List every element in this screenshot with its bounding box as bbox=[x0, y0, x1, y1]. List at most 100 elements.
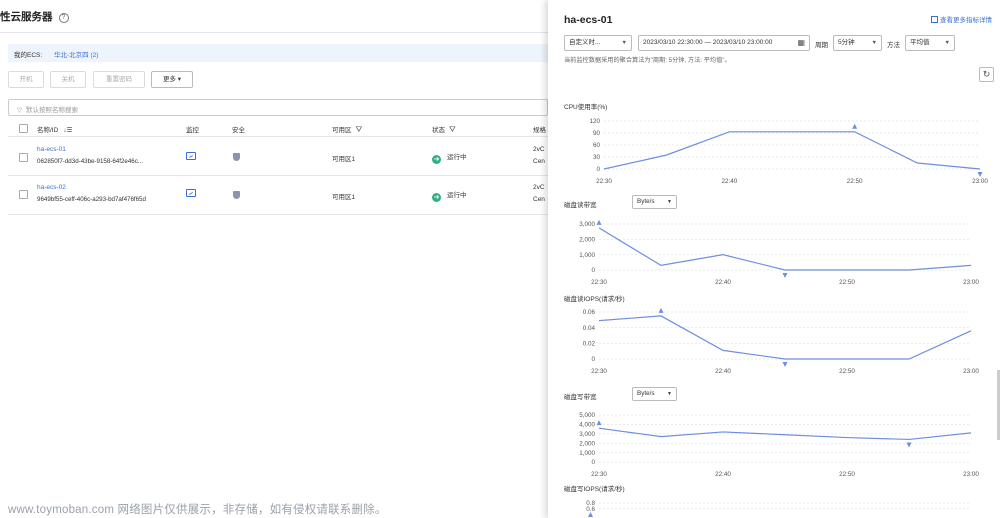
unit-select[interactable]: Byte/s ▼ bbox=[632, 195, 677, 209]
filter-icon: ▽ bbox=[17, 107, 22, 114]
col-name[interactable]: 名称/ID ↓☰ bbox=[37, 124, 72, 134]
spec-value-2: Cen bbox=[533, 196, 545, 203]
status-badge: ➜ 运行中 bbox=[432, 154, 467, 164]
watermark: www.toymoban.com 网络图片仅供展示，非存储，如有侵权请联系删除。 bbox=[8, 504, 387, 516]
shield-icon[interactable] bbox=[233, 191, 240, 201]
period-select[interactable]: 5分钟 ▼ bbox=[833, 35, 882, 51]
chart-title-cpu: CPU使用率(%) bbox=[564, 104, 608, 111]
chevron-down-icon: ▾ bbox=[177, 76, 182, 83]
y-tick-label: 1,000 bbox=[579, 450, 595, 457]
filter-icon[interactable]: ⛛ bbox=[449, 125, 456, 134]
y-tick-label: 0.06 bbox=[583, 309, 596, 316]
my-ecs-bar: 我的ECS: 华北-北京四 (2) bbox=[8, 44, 548, 62]
drawer-title: ha-ecs-01 bbox=[564, 14, 613, 26]
y-tick-label: 2,000 bbox=[579, 440, 595, 447]
max-marker bbox=[596, 420, 602, 426]
monitoring-drawer: ha-ecs-01 查看更多指标详情 自定义时... ▼ 2023/03/10 2… bbox=[548, 0, 1000, 518]
col-security: 安全 bbox=[232, 127, 245, 134]
spec-value: 2vC bbox=[533, 184, 545, 191]
x-tick-label: 23:00 bbox=[963, 279, 979, 286]
status-badge: ➜ 运行中 bbox=[432, 192, 467, 202]
max-marker bbox=[596, 219, 602, 225]
x-tick-label: 22:50 bbox=[839, 279, 855, 286]
y-tick-label: 5,000 bbox=[579, 412, 595, 419]
max-marker bbox=[852, 123, 858, 129]
start-button[interactable]: 开机 bbox=[8, 71, 44, 88]
method-select[interactable]: 平均值 ▼ bbox=[905, 35, 955, 51]
monitor-icon[interactable] bbox=[186, 189, 196, 199]
y-tick-label: 0.02 bbox=[583, 341, 596, 348]
my-ecs-label: 我的ECS: bbox=[14, 52, 43, 59]
x-tick-label: 22:30 bbox=[591, 471, 607, 478]
select-all-checkbox[interactable] bbox=[19, 124, 28, 133]
x-tick-label: 22:30 bbox=[596, 178, 612, 185]
max-marker bbox=[658, 307, 664, 313]
disk-read-iops-chart: 0 0.02 0.04 0.06 22:30 22:40 22:50 23:00 bbox=[583, 307, 979, 375]
running-icon: ➜ bbox=[432, 193, 441, 202]
more-button[interactable]: 更多 ▾ bbox=[151, 71, 193, 88]
reset-password-button[interactable]: 重置密码 bbox=[93, 71, 145, 88]
y-tick-label: 0 bbox=[596, 166, 600, 173]
divider bbox=[0, 32, 548, 33]
cpu-chart: 0 30 60 90 120 22:30 22:40 22:50 23:00 bbox=[589, 118, 988, 185]
y-tick-label: 3,000 bbox=[579, 221, 595, 228]
y-tick-label: 2,000 bbox=[579, 237, 595, 244]
chevron-down-icon: ▼ bbox=[871, 40, 877, 46]
x-tick-label: 22:50 bbox=[839, 368, 855, 375]
table-row[interactable]: ha-ecs-01 062850f7-dd3d-43be-9158-64f2e4… bbox=[8, 138, 548, 176]
refresh-icon: ↻ bbox=[982, 69, 991, 79]
y-tick-label: 30 bbox=[593, 154, 601, 161]
az-value: 可用区1 bbox=[332, 194, 356, 201]
x-tick-label: 22:40 bbox=[715, 471, 731, 478]
col-az[interactable]: 可用区 ⛛ bbox=[332, 124, 362, 135]
monitor-icon[interactable] bbox=[186, 152, 196, 162]
page-title: 性云服务器? bbox=[0, 9, 69, 24]
x-tick-label: 23:00 bbox=[963, 471, 979, 478]
min-marker bbox=[782, 273, 788, 278]
chart-title-disk-read-bw: 磁盘读带宽 bbox=[564, 202, 597, 209]
y-tick-label: 120 bbox=[589, 118, 600, 125]
instance-id: 062850f7-dd3d-43be-9158-64f2e46c... bbox=[37, 158, 143, 165]
shield-icon[interactable] bbox=[233, 153, 240, 163]
instance-name-link[interactable]: ha-ecs-02 bbox=[37, 184, 66, 191]
table-row[interactable]: ha-ecs-02 9649bf55-ceff-406c-a293-bd7af4… bbox=[8, 177, 548, 215]
time-range-picker[interactable]: 2023/03/10 22:30:00 — 2023/03/10 23:00:0… bbox=[638, 35, 810, 51]
sort-icon[interactable]: ↓☰ bbox=[63, 127, 72, 134]
disk-write-iops-chart: 0.60.8 bbox=[586, 500, 971, 517]
more-metrics-link[interactable]: 查看更多指标详情 bbox=[931, 14, 992, 24]
refresh-button[interactable]: ↻ bbox=[979, 67, 994, 82]
running-icon: ➜ bbox=[432, 155, 441, 164]
x-tick-label: 22:30 bbox=[591, 368, 607, 375]
period-label: 周期 bbox=[815, 42, 828, 49]
stop-button[interactable]: 关机 bbox=[50, 71, 86, 88]
x-tick-label: 23:00 bbox=[972, 178, 988, 185]
y-tick-label: 0 bbox=[591, 356, 595, 363]
spec-value-2: Cen bbox=[533, 158, 545, 165]
method-label: 方法 bbox=[887, 42, 900, 49]
col-monitor: 监控 bbox=[186, 127, 199, 134]
disk-write-bw-chart: 0 1,000 2,000 3,000 4,000 5,000 22:30 22:40 22:5… bbox=[579, 412, 979, 478]
filter-icon[interactable]: ⛛ bbox=[356, 125, 363, 134]
question-icon[interactable]: ? bbox=[58, 13, 69, 23]
time-mode-select[interactable]: 自定义时... ▼ bbox=[564, 35, 632, 51]
x-tick-label: 22:40 bbox=[721, 178, 737, 185]
unit-select[interactable]: Byte/s ▼ bbox=[632, 387, 677, 401]
instance-name-link[interactable]: ha-ecs-01 bbox=[37, 146, 66, 153]
col-status[interactable]: 状态 ⛛ bbox=[432, 124, 456, 135]
region-filter-link[interactable]: 华北-北京四 (2) bbox=[54, 52, 98, 59]
search-input[interactable]: ▽ 默认按照名称搜索 bbox=[8, 99, 548, 116]
row-checkbox[interactable] bbox=[19, 190, 28, 199]
y-tick-label: 3,000 bbox=[579, 431, 595, 438]
x-tick-label: 23:00 bbox=[963, 368, 979, 375]
spec-value: 2vC bbox=[533, 146, 545, 153]
y-tick-label: 1,000 bbox=[579, 252, 595, 259]
chevron-down-icon: ▼ bbox=[667, 199, 672, 205]
calendar-icon: ▦ bbox=[797, 38, 805, 47]
y-tick-label: 0 bbox=[591, 459, 595, 466]
x-tick-label: 22:30 bbox=[591, 279, 607, 286]
disk-read-bw-chart: 0 1,000 2,000 3,000 22:30 22:40 22:50 23:00 bbox=[579, 219, 979, 286]
aggregation-note: 当前监控数据采用的聚合算法为"周期: 5分钟, 方法: 平均值"。 bbox=[564, 57, 731, 64]
row-checkbox[interactable] bbox=[19, 153, 28, 162]
x-tick-label: 22:50 bbox=[847, 178, 863, 185]
instance-id: 9649bf55-ceff-406c-a293-bd7af476f65d bbox=[37, 196, 146, 203]
